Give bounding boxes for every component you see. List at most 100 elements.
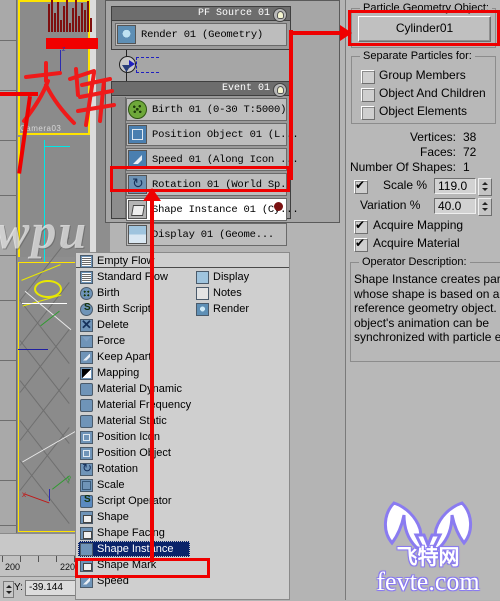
event-row-rotation[interactable]: Rotation 01 (World Sp.. — [126, 173, 293, 196]
scale-icon — [80, 478, 93, 492]
operator-description-title: Operator Description: — [359, 256, 470, 268]
flow-icon — [80, 270, 93, 284]
pf-source-title: PF Source 01 — [112, 7, 290, 21]
depot-item-render[interactable]: Render — [194, 301, 289, 317]
checkbox-acquire-mapping[interactable] — [354, 218, 368, 234]
pick-object-button[interactable]: Cylinder01 — [358, 16, 491, 42]
z-axis-indicator — [60, 46, 66, 72]
depot-item-keep-apart[interactable]: Keep Apart — [78, 349, 190, 365]
pf-source-bulb-icon[interactable] — [273, 8, 287, 22]
description-line-3: reference geometry object. The — [354, 301, 500, 315]
depot-item-shape[interactable]: Shape — [78, 509, 190, 525]
position-icon — [80, 430, 93, 444]
depot-item-shape-mark[interactable]: Shape Mark — [78, 557, 190, 573]
separate-particles-title: Separate Particles for: — [360, 50, 475, 62]
position-object-icon — [80, 446, 93, 460]
checkbox-acquire-material[interactable] — [354, 236, 368, 252]
rotation-icon — [80, 461, 93, 476]
x-axis-label: x — [22, 490, 26, 499]
event-panel[interactable]: Event 01 Birth 01 (0-30 T:5000) Position… — [111, 81, 299, 246]
scale-value-field[interactable]: 119.0 — [434, 178, 476, 194]
label-object-and-children: Object And Children — [379, 86, 486, 100]
label-variation: Variation % — [360, 198, 421, 212]
event-output-dot[interactable] — [274, 202, 283, 211]
shape-mark-icon — [80, 558, 93, 572]
depot-item-material-dynamic[interactable]: Material Dynamic — [78, 381, 190, 397]
label-number-of-shapes: Number Of Shapes: — [349, 160, 456, 174]
description-line-2: whose shape is based on a — [354, 286, 500, 301]
display-icon — [128, 225, 147, 244]
event-row-position-object[interactable]: Position Object 01 (L... — [126, 123, 299, 146]
depot-item-speed[interactable]: Speed — [78, 573, 190, 589]
variation-value-field[interactable]: 40.0 — [434, 198, 476, 214]
coordinate-spinner[interactable] — [3, 581, 14, 598]
birth-icon — [128, 100, 147, 119]
event-row-label: Birth 01 (0-30 T:5000) — [152, 103, 287, 116]
display-icon — [196, 270, 209, 284]
depot-item-scale[interactable]: Scale — [78, 477, 190, 493]
checkbox-object-elements[interactable] — [361, 106, 375, 120]
red-highlight-bar — [46, 38, 98, 49]
depot-item-empty-flow[interactable]: Empty Flow — [78, 253, 190, 269]
force-icon — [80, 334, 93, 348]
label-vertices: Vertices: — [409, 130, 456, 144]
checkbox-object-and-children[interactable] — [361, 88, 375, 102]
depot-item-script-operator[interactable]: Script Operator — [78, 493, 190, 509]
histogram-strip — [48, 0, 92, 32]
depot-item-material-static[interactable]: Material Static — [78, 413, 190, 429]
value-faces: 72 — [463, 145, 477, 159]
depot-item-mapping[interactable]: Mapping — [78, 365, 190, 381]
y-coordinate-label: Y: — [14, 582, 23, 593]
event-row-shape-instance[interactable]: Shape Instance 01 (Cy... — [126, 198, 299, 221]
variation-spinner[interactable] — [478, 198, 492, 216]
description-line-4: object's animation can be — [354, 315, 490, 330]
depot-column-1[interactable]: Empty Flow Standard Flow Birth Birth Scr… — [78, 253, 191, 589]
event-row-display[interactable]: Display 01 (Geome... — [126, 223, 287, 246]
particle-geometry-title: Particle Geometry Object: — [360, 2, 492, 14]
depot-item-birth-script[interactable]: Birth Script — [78, 301, 190, 317]
axis-tripod: x y — [22, 474, 82, 512]
event-row-speed[interactable]: Speed 01 (Along Icon ... — [126, 148, 299, 171]
ruler-tick-200: 200 — [5, 562, 21, 572]
depot-item-force[interactable]: Force — [78, 333, 190, 349]
label-scale: Scale % — [383, 178, 428, 192]
depot-column-2[interactable]: Display Notes Render — [194, 269, 289, 317]
depot-item-position-icon[interactable]: Position Icon — [78, 429, 190, 445]
viewport-perspective-lower[interactable] — [18, 137, 92, 257]
pf-source-panel[interactable]: PF Source 01 Render 01 (Geometry) — [111, 6, 291, 50]
depot-item-standard-flow[interactable]: Standard Flow — [78, 269, 190, 285]
depot-item-shape-instance[interactable]: Shape Instance — [78, 541, 190, 557]
flow-icon — [80, 254, 93, 268]
depot-item-material-frequency[interactable]: Material Frequency — [78, 397, 191, 413]
shape-facing-icon — [80, 526, 93, 540]
depot-item-birth[interactable]: Birth — [78, 285, 190, 301]
speed-icon — [80, 574, 93, 588]
depot-item-display[interactable]: Display — [194, 269, 289, 285]
pf-source-row-label: Render 01 (Geometry) — [141, 28, 264, 41]
speed-icon — [128, 150, 147, 169]
checkbox-group-members[interactable] — [361, 70, 375, 84]
pf-source-row-render[interactable]: Render 01 (Geometry) — [115, 23, 287, 46]
depot-item-rotation[interactable]: Rotation — [78, 461, 190, 477]
depot-item-position-object[interactable]: Position Object — [78, 445, 190, 461]
material-icon — [80, 398, 93, 412]
command-panel[interactable]: Particle Geometry Object: Cylinder01 Sep… — [345, 0, 500, 600]
event-row-birth[interactable]: Birth 01 (0-30 T:5000) — [126, 98, 287, 121]
keep-apart-icon — [80, 350, 93, 364]
operator-description-body: Shape Instance creates particles whose s… — [354, 272, 500, 345]
shape-icon — [80, 510, 93, 524]
label-faces: Faces: — [419, 145, 456, 159]
event-row-label: Display 01 (Geome... — [152, 228, 275, 241]
event-bulb-icon[interactable] — [273, 83, 287, 97]
material-icon — [80, 414, 93, 428]
operator-depot[interactable]: Empty Flow Standard Flow Birth Birth Scr… — [75, 252, 290, 600]
checkbox-scale[interactable] — [354, 178, 368, 194]
description-line-5: synchronized with particle events — [354, 330, 500, 344]
birth-script-icon — [80, 302, 93, 316]
scale-spinner[interactable] — [478, 178, 492, 196]
depot-item-delete[interactable]: Delete — [78, 317, 190, 333]
description-line-1: Shape Instance creates particles — [354, 272, 500, 286]
depot-item-shape-facing[interactable]: Shape Facing — [78, 525, 190, 541]
particle-view-window[interactable]: PF Source 01 Render 01 (Geometry) Event … — [105, 0, 340, 246]
depot-item-notes[interactable]: Notes — [194, 285, 289, 301]
